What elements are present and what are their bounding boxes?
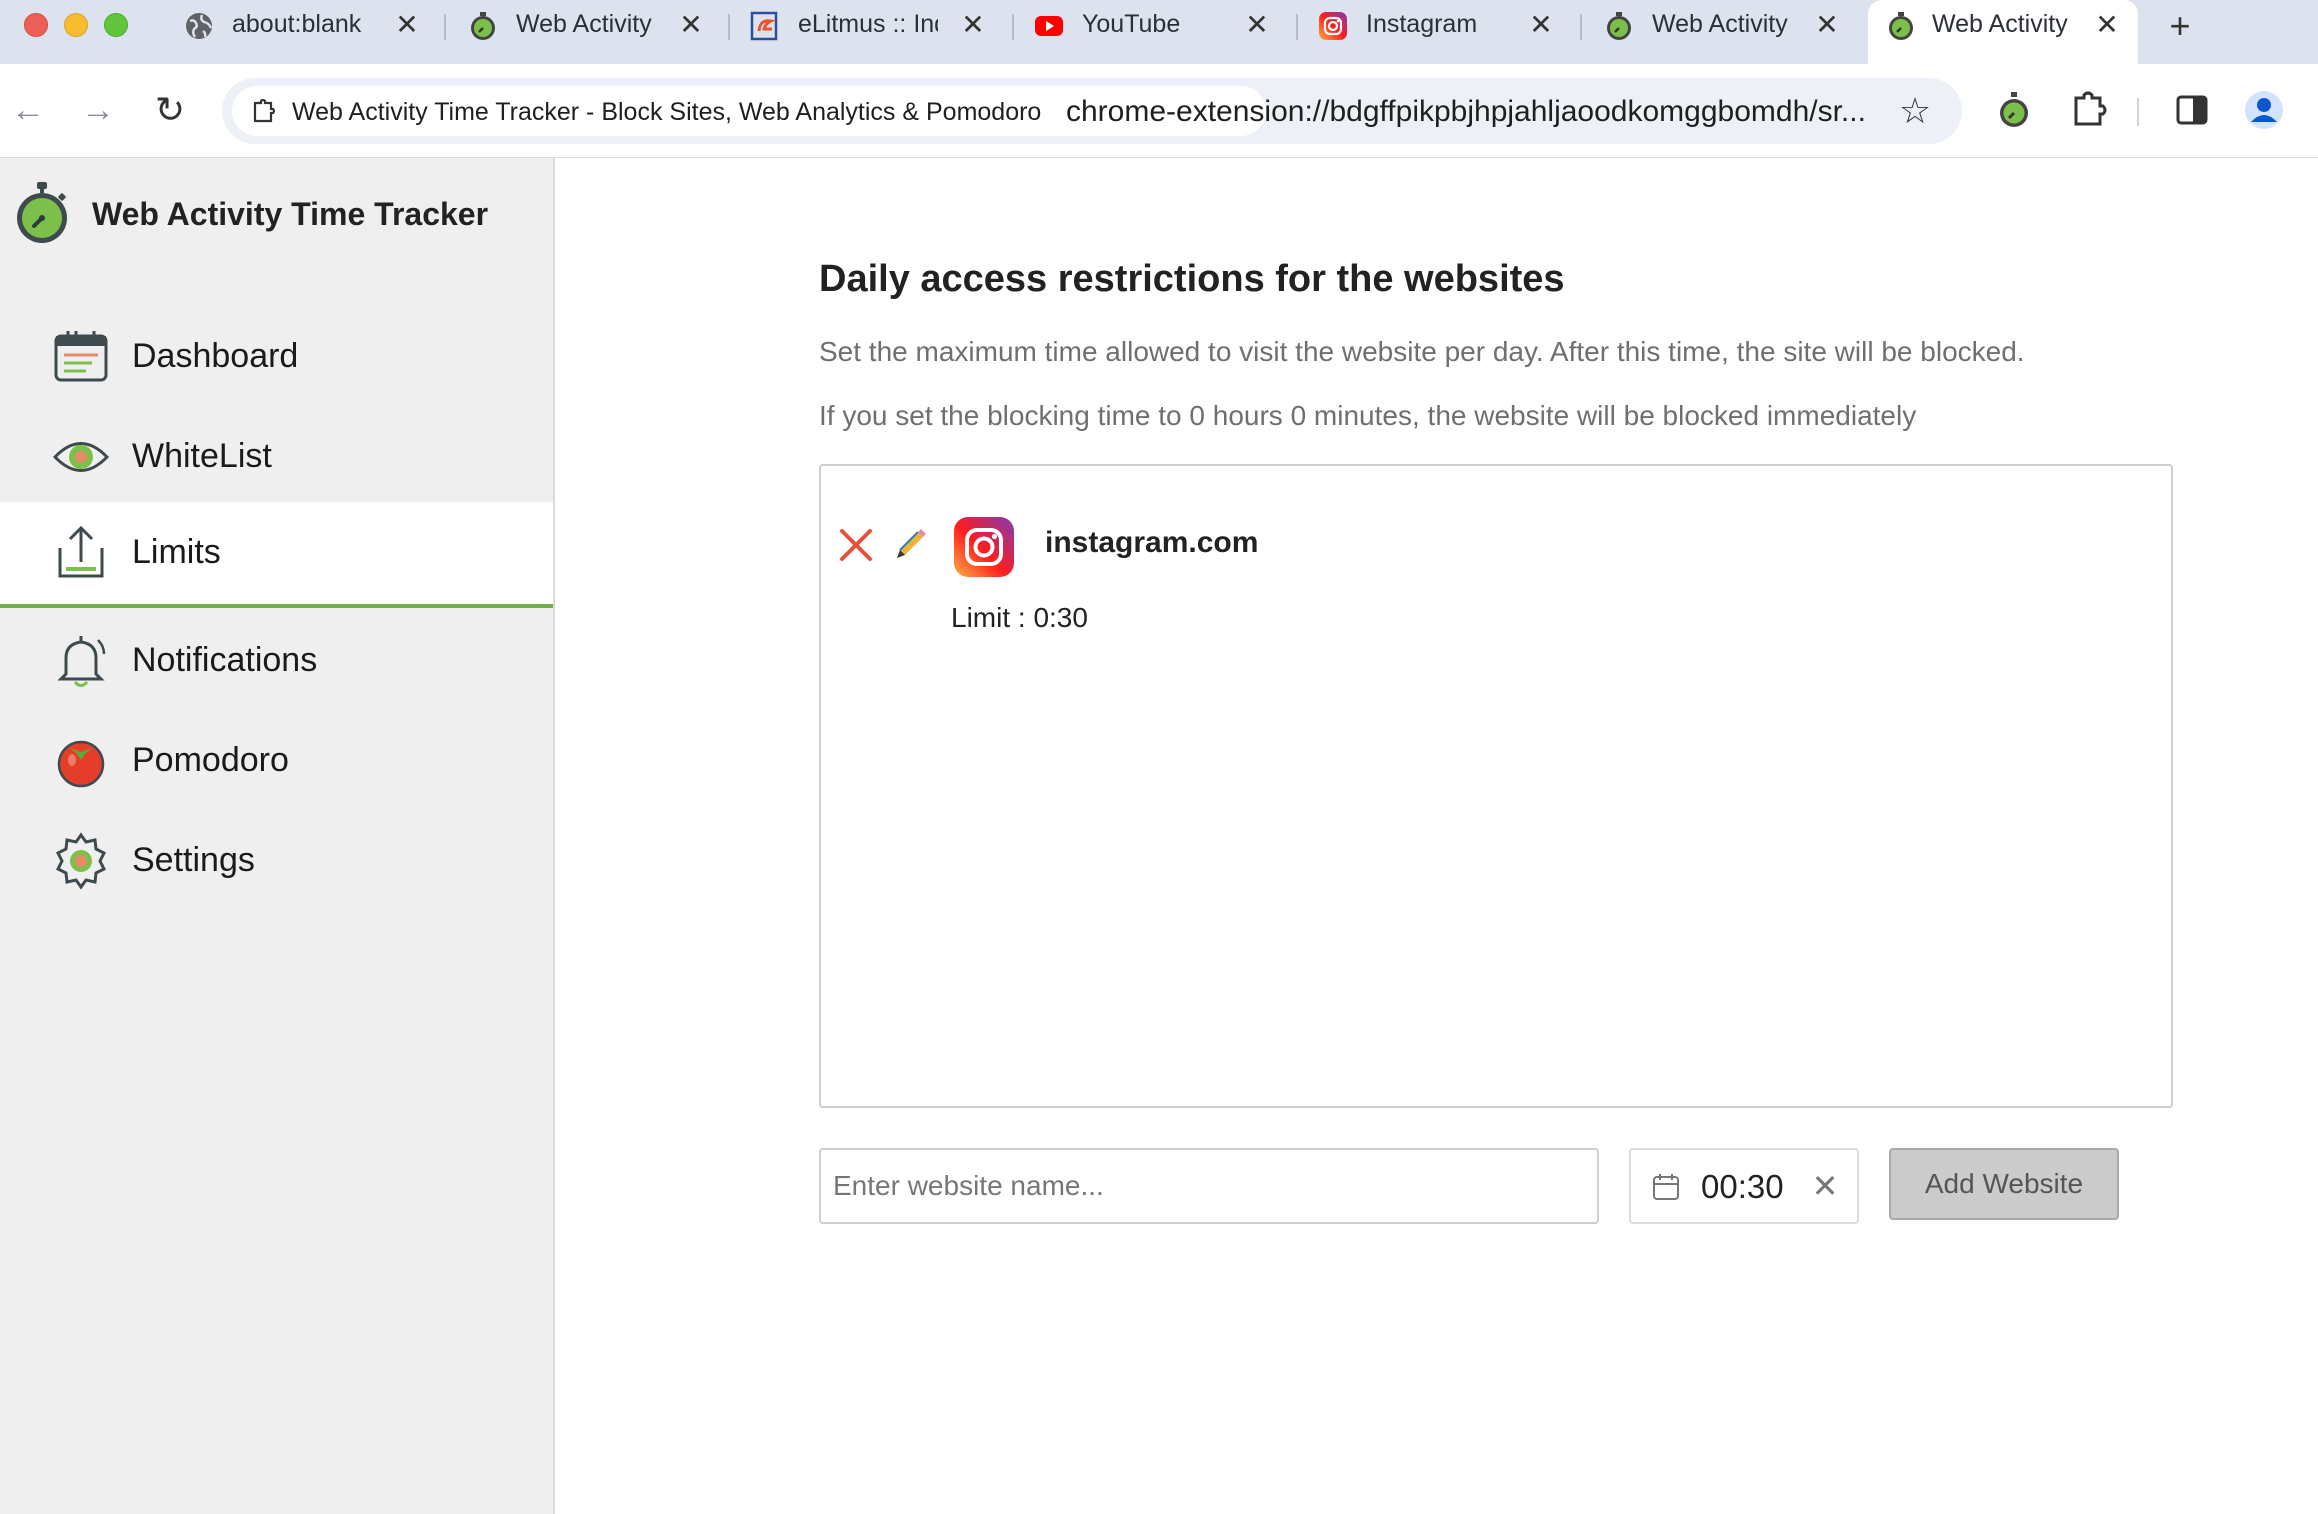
app-name: Web Activity Time Tracker xyxy=(92,196,489,232)
tab-title: Web Activity Time Tracker xyxy=(516,10,656,38)
instagram-icon xyxy=(1319,12,1347,40)
tab-separator xyxy=(1296,14,1298,40)
profile-avatar-icon[interactable] xyxy=(2240,86,2288,134)
calendar-icon xyxy=(1653,1174,1679,1200)
limits-list: instagram.com Limit : 0:30 xyxy=(819,464,2173,1108)
delete-x-icon[interactable] xyxy=(837,526,875,564)
tab-close-icon[interactable]: ✕ xyxy=(1524,8,1558,42)
page-title: Daily access restrictions for the websit… xyxy=(819,258,1565,300)
time-picker[interactable]: 00:30 ✕ xyxy=(1629,1148,1859,1224)
description-text: Set the maximum time allowed to visit th… xyxy=(819,336,2025,367)
tab-close-icon[interactable]: ✕ xyxy=(1810,8,1844,42)
sidebar-item-settings[interactable]: Settings xyxy=(0,810,553,910)
clear-time-icon[interactable]: ✕ xyxy=(1807,1168,1843,1204)
tab-separator xyxy=(1012,14,1014,40)
add-website-button[interactable]: Add Website xyxy=(1889,1148,2119,1220)
tab-title: Web Activity Time Tracker xyxy=(1932,10,2072,38)
limit-value: Limit : 0:30 xyxy=(951,602,1088,633)
youtube-icon xyxy=(1035,16,1063,36)
minimize-window-button[interactable] xyxy=(64,13,88,37)
tab-title: eLitmus :: India xyxy=(798,10,938,38)
reload-button[interactable]: ↻ xyxy=(146,86,194,134)
browser-tab-active[interactable]: Web Activity Time Tracker ✕ xyxy=(1868,0,2138,64)
browser-tab[interactable]: Web Activity Time Tracker ✕ xyxy=(1604,0,1844,50)
time-value[interactable]: 00:30 xyxy=(1701,1168,1784,1206)
stopwatch-icon xyxy=(471,12,495,40)
tab-separator xyxy=(444,14,446,40)
sidebar-item-label: Limits xyxy=(132,533,221,571)
browser-toolbar: ← → ↻ Web Activity Time Tracker - Block … xyxy=(0,64,2318,158)
tab-title: Instagram xyxy=(1366,10,1478,38)
tomato-icon xyxy=(57,740,105,788)
tab-separator xyxy=(728,14,730,40)
limit-entry: instagram.com Limit : 0:30 xyxy=(821,466,2171,666)
browser-tab[interactable]: about:blank ✕ xyxy=(184,0,424,50)
sidebar-item-dashboard[interactable]: Dashboard xyxy=(0,306,553,406)
browser-tab-strip: about:blank ✕ Web Activity Time Tracker … xyxy=(0,0,2318,64)
stopwatch-icon xyxy=(1889,12,1913,40)
toolbar-divider xyxy=(2137,98,2139,126)
instagram-icon xyxy=(954,517,1014,577)
side-panel-icon[interactable] xyxy=(2168,86,2216,134)
limit-site-name: instagram.com xyxy=(1045,526,1259,559)
address-bar[interactable]: Web Activity Time Tracker - Block Sites,… xyxy=(222,78,1962,144)
browser-tab[interactable]: YouTube ✕ xyxy=(1034,0,1274,50)
globe-icon xyxy=(186,13,213,39)
dashboard-calendar-icon xyxy=(54,331,108,382)
tab-close-icon[interactable]: ✕ xyxy=(956,8,990,42)
sidebar-item-label: Pomodoro xyxy=(132,741,289,779)
sidebar: Web Activity Time Tracker Dashboard Whit… xyxy=(0,158,555,1514)
edit-pencil-icon[interactable] xyxy=(891,526,929,564)
sidebar-item-whitelist[interactable]: WhiteList xyxy=(0,406,553,506)
eye-icon xyxy=(52,442,110,472)
tab-close-icon[interactable]: ✕ xyxy=(1240,8,1274,42)
new-tab-button[interactable]: + xyxy=(2160,6,2200,46)
tab-title: Web Activity Time Tracker xyxy=(1652,10,1792,38)
close-window-button[interactable] xyxy=(24,13,48,37)
tab-close-icon[interactable]: ✕ xyxy=(390,8,424,42)
description-text: If you set the blocking time to 0 hours … xyxy=(819,400,1917,431)
elitmus-icon xyxy=(750,11,778,41)
app-brand: Web Activity Time Tracker xyxy=(14,178,488,248)
extension-puzzle-icon xyxy=(253,99,276,123)
main-content: Daily access restrictions for the websit… xyxy=(557,158,2318,1514)
forward-button[interactable]: → xyxy=(74,86,122,134)
sidebar-item-label: Dashboard xyxy=(132,337,299,375)
tab-separator xyxy=(1580,14,1582,40)
stopwatch-icon xyxy=(1607,12,1631,40)
tab-close-icon[interactable]: ✕ xyxy=(2090,8,2124,42)
sidebar-item-pomodoro[interactable]: Pomodoro xyxy=(0,710,553,810)
stopwatch-extension-icon[interactable] xyxy=(1990,86,2038,134)
gear-icon xyxy=(55,832,107,890)
maximize-window-button[interactable] xyxy=(104,13,128,37)
tab-close-icon[interactable]: ✕ xyxy=(674,8,708,42)
sidebar-item-label: Notifications xyxy=(132,641,318,679)
sidebar-item-limits[interactable]: Limits xyxy=(0,502,553,608)
tab-title: YouTube xyxy=(1082,10,1181,38)
sidebar-item-notifications[interactable]: Notifications xyxy=(0,610,553,710)
sidebar-item-label: Settings xyxy=(132,841,255,879)
extensions-puzzle-icon[interactable] xyxy=(2064,86,2112,134)
website-name-input[interactable] xyxy=(819,1148,1599,1224)
url-text[interactable]: chrome-extension://bdgffpikpbjhpjahljaoo… xyxy=(1066,95,1866,129)
upload-tray-icon xyxy=(58,525,104,578)
browser-tab[interactable]: eLitmus :: India ✕ xyxy=(750,0,990,50)
bell-icon xyxy=(57,636,106,687)
sidebar-item-label: WhiteList xyxy=(132,437,272,475)
back-button[interactable]: ← xyxy=(4,86,52,134)
browser-tab[interactable]: Instagram ✕ xyxy=(1318,0,1558,50)
tab-title: about:blank xyxy=(232,10,362,38)
browser-tab[interactable]: Web Activity Time Tracker ✕ xyxy=(468,0,708,50)
app-logo-stopwatch-icon xyxy=(17,182,67,243)
bookmark-star-icon[interactable]: ☆ xyxy=(1892,88,1938,134)
